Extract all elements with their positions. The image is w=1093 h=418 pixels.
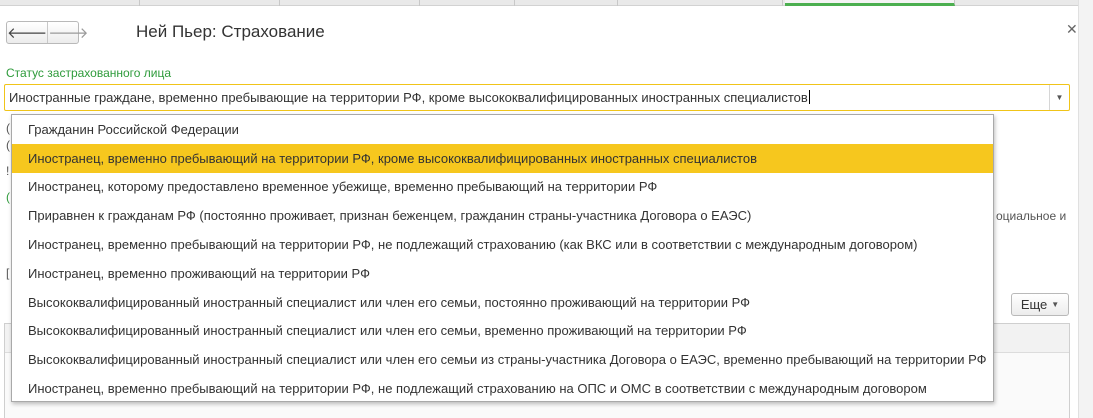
arrow-left-icon: 🡐 — [7, 25, 48, 42]
more-button[interactable]: Еще ▼ — [1011, 293, 1069, 316]
status-options-list: Гражданин Российской Федерации Иностранец… — [11, 114, 994, 402]
status-option[interactable]: Иностранец, временно пребывающий на терр… — [12, 143, 993, 173]
status-option[interactable]: Высококвалифицированный иностранный спец… — [12, 288, 993, 317]
status-field-label: Статус застрахованного лица — [6, 66, 172, 80]
window-tab-strip — [0, 0, 1093, 6]
chevron-down-icon: ▼ — [1051, 300, 1060, 309]
status-option[interactable]: Иностранец, временно пребывающий на терр… — [12, 374, 993, 403]
status-option[interactable]: Гражданин Российской Федерации — [12, 115, 993, 144]
status-option[interactable]: Иностранец, временно проживающий на терр… — [12, 259, 993, 288]
more-button-label: Еще — [1020, 297, 1048, 312]
forward-button[interactable]: 🡒 — [47, 22, 88, 43]
page-title: Ней Пьер: Страхование — [136, 22, 325, 41]
status-option[interactable]: Высококвалифицированный иностранный спец… — [12, 317, 993, 346]
status-option[interactable]: Высококвалифицированный иностранный спец… — [12, 345, 993, 374]
status-option[interactable]: Приравнен к гражданам РФ (постоянно прож… — [12, 201, 993, 230]
background-text-fragment: ( — [6, 138, 10, 152]
window-tab[interactable] — [420, 0, 515, 6]
window-tab[interactable] — [0, 0, 140, 6]
window-tab[interactable] — [140, 0, 280, 6]
chevron-down-icon: ▼ — [1055, 93, 1064, 102]
status-option[interactable]: Иностранец, временно пребывающий на терр… — [12, 230, 993, 259]
navigation-buttons: 🡐 🡒 — [6, 21, 88, 44]
back-button[interactable]: 🡐 — [7, 22, 47, 43]
background-text-fragment: [ — [6, 266, 10, 280]
arrow-right-icon: 🡒 — [48, 25, 89, 42]
window-tab[interactable] — [280, 0, 420, 6]
status-select-value[interactable]: Иностранные граждане, временно пребывающ… — [9, 90, 810, 105]
close-icon[interactable]: ✕ — [1066, 21, 1078, 38]
background-text-fragment: оциальное и — [996, 209, 1067, 223]
status-option[interactable]: Иностранец, которому предоставлено време… — [12, 173, 993, 202]
window-scrollbar[interactable] — [1078, 0, 1093, 418]
status-select[interactable]: Иностранные граждане, временно пребывающ… — [4, 84, 1070, 111]
background-text-fragment: ( — [6, 121, 10, 135]
background-text-fragment: ! — [6, 164, 10, 178]
window-tab[interactable] — [618, 0, 783, 6]
window-tab-active[interactable] — [785, 0, 955, 6]
dropdown-button[interactable]: ▼ — [1049, 85, 1069, 110]
window-tab[interactable] — [515, 0, 618, 6]
background-text-fragment: ( — [6, 190, 10, 204]
